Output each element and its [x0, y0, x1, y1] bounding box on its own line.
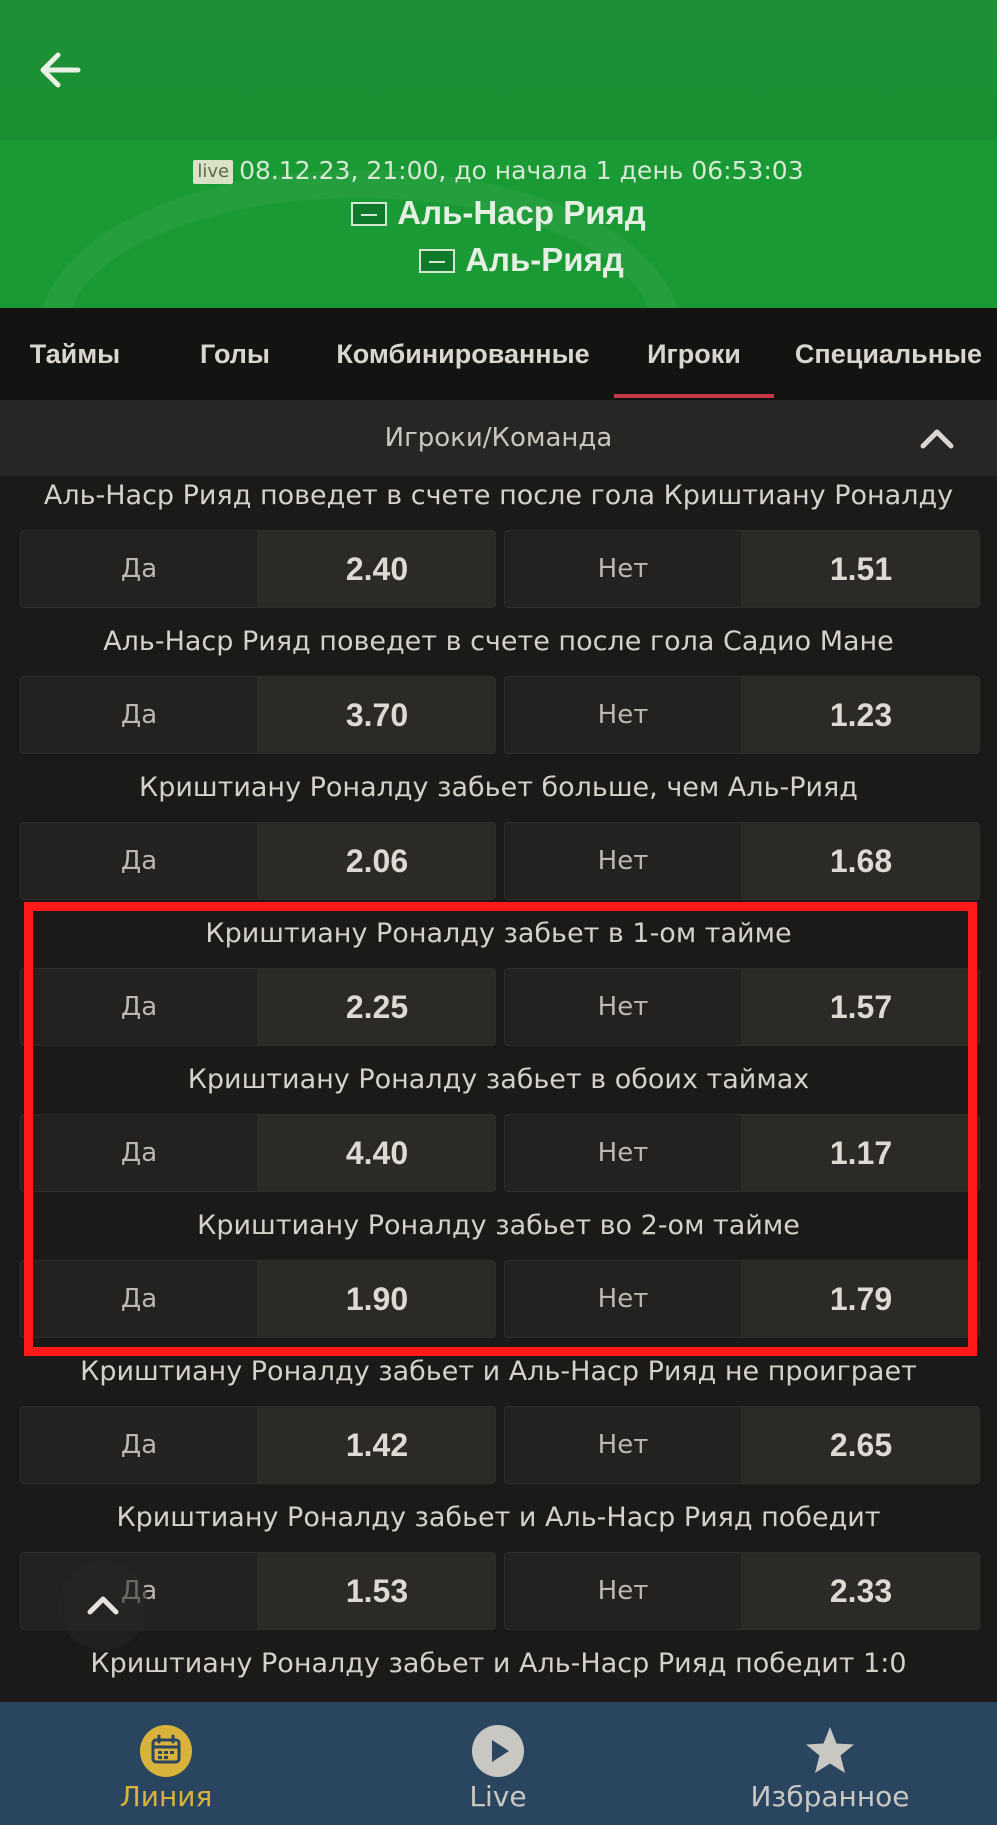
odd-label: Нет: [597, 992, 649, 1022]
tab-igroki[interactable]: Игроки: [614, 308, 774, 400]
market-title: Аль-Наср Рияд поведет в счете после гола…: [43, 480, 954, 511]
odd-label: Нет: [597, 1284, 649, 1314]
arrow-left-icon: [40, 52, 81, 88]
team-home: Аль-Наср Рияд: [0, 194, 997, 232]
tab-taimy[interactable]: Таймы: [0, 308, 150, 400]
team-away: Аль-Рияд: [0, 241, 997, 279]
odd-value: 4.40: [257, 1115, 495, 1191]
odd-label: Да: [120, 1138, 158, 1168]
odd-yes-button[interactable]: Да 3.70: [20, 676, 496, 754]
section-header[interactable]: Игроки/Команда: [0, 400, 997, 476]
tab-kombinirovannye[interactable]: Комбинированные: [318, 308, 608, 400]
team-home-name: Аль-Наср Рияд: [397, 194, 646, 231]
odd-value: 1.90: [257, 1261, 495, 1337]
live-badge: live: [193, 160, 234, 184]
odd-no-button[interactable]: Нет 2.33: [504, 1552, 980, 1630]
market-title: Криштиану Роналду забьет и Аль-Наср Рияд…: [80, 1356, 917, 1387]
match-info: live 08.12.23, 21:00, до начала 1 день 06…: [0, 156, 997, 185]
market-title: Криштиану Роналду забьет и Аль-Наср Рияд…: [116, 1502, 881, 1533]
odd-value: 2.40: [257, 531, 495, 607]
calendar-icon: [140, 1725, 192, 1777]
nav-liniya[interactable]: Линия: [0, 1702, 332, 1825]
odd-no-button[interactable]: Нет 2.65: [504, 1406, 980, 1484]
odd-value: 1.79: [741, 1261, 979, 1337]
odd-label: Нет: [597, 554, 649, 584]
chevron-up-icon: [87, 1596, 119, 1615]
nav-live[interactable]: Live: [332, 1702, 664, 1825]
team-away-name: Аль-Рияд: [465, 241, 624, 278]
play-icon: [472, 1725, 524, 1777]
market-title: Криштиану Роналду забьет больше, чем Аль…: [139, 772, 858, 803]
bottom-nav: Линия Live Избранное: [0, 1702, 997, 1825]
market-title: Криштиану Роналду забьет во 2-ом тайме: [197, 1210, 800, 1241]
odd-value: 2.25: [257, 969, 495, 1045]
match-header: live 08.12.23, 21:00, до начала 1 день 06…: [0, 140, 997, 308]
market-tabs: Таймы Голы Комбинированные Игроки Специа…: [0, 308, 997, 400]
odd-value: 1.23: [741, 677, 979, 753]
odd-yes-button[interactable]: Да 2.06: [20, 822, 496, 900]
odd-yes-button[interactable]: Да 1.42: [20, 1406, 496, 1484]
odd-label: Да: [120, 1284, 158, 1314]
odd-label: Нет: [597, 1430, 649, 1460]
flag-icon: [351, 202, 388, 226]
chevron-up-icon[interactable]: [917, 420, 957, 456]
section-title: Игроки/Команда: [384, 423, 613, 453]
nav-izbrannoe[interactable]: Избранное: [664, 1702, 996, 1825]
odd-no-button[interactable]: Нет 1.57: [504, 968, 980, 1046]
tab-goly[interactable]: Голы: [170, 308, 300, 400]
odd-value: 2.65: [741, 1407, 979, 1483]
tab-specialnye[interactable]: Специальные: [780, 308, 997, 400]
header-decoration: [40, 170, 680, 308]
nav-label: Линия: [119, 1780, 213, 1813]
nav-label: Live: [469, 1780, 527, 1813]
odd-label: Нет: [597, 700, 649, 730]
odd-no-button[interactable]: Нет 1.17: [504, 1114, 980, 1192]
odd-label: Нет: [597, 846, 649, 876]
star-icon: [806, 1727, 854, 1773]
odd-value: 1.17: [741, 1115, 979, 1191]
back-button[interactable]: [30, 40, 90, 100]
market-title: Аль-Наср Рияд поведет в счете после гола…: [103, 626, 894, 657]
match-time: 08.12.23, 21:00, до начала 1 день 06:53:…: [239, 156, 804, 185]
odd-no-button[interactable]: Нет 1.23: [504, 676, 980, 754]
odd-value: 1.42: [257, 1407, 495, 1483]
odd-no-button[interactable]: Нет 1.79: [504, 1260, 980, 1338]
odd-yes-button[interactable]: Да 4.40: [20, 1114, 496, 1192]
flag-icon: [419, 249, 456, 273]
odd-label: Да: [120, 700, 158, 730]
odd-value: 1.68: [741, 823, 979, 899]
top-bar: [0, 0, 997, 140]
odd-value: 1.51: [741, 531, 979, 607]
odd-value: 3.70: [257, 677, 495, 753]
nav-label: Избранное: [750, 1780, 910, 1813]
odd-no-button[interactable]: Нет 1.51: [504, 530, 980, 608]
odd-label: Да: [120, 1430, 158, 1460]
odd-label: Да: [120, 554, 158, 584]
odd-label: Да: [120, 992, 158, 1022]
odd-yes-button[interactable]: Да 2.40: [20, 530, 496, 608]
market-title: Криштиану Роналду забьет в обоих таймах: [187, 1064, 810, 1095]
odd-value: 2.33: [741, 1553, 979, 1629]
odd-value: 1.57: [741, 969, 979, 1045]
odd-value: 2.06: [257, 823, 495, 899]
odd-label: Нет: [597, 1576, 649, 1606]
app-screen: live 08.12.23, 21:00, до начала 1 день 06…: [0, 0, 997, 1825]
odd-value: 1.53: [257, 1553, 495, 1629]
scroll-top-button[interactable]: [58, 1560, 148, 1650]
odd-no-button[interactable]: Нет 1.68: [504, 822, 980, 900]
odd-label: Да: [120, 846, 158, 876]
odd-yes-button[interactable]: Да 2.25: [20, 968, 496, 1046]
odd-label: Нет: [597, 1138, 649, 1168]
market-title: Криштиану Роналду забьет в 1-ом тайме: [205, 918, 792, 949]
odd-yes-button[interactable]: Да 1.90: [20, 1260, 496, 1338]
market-title: Криштиану Роналду забьет и Аль-Наср Рияд…: [90, 1648, 907, 1679]
